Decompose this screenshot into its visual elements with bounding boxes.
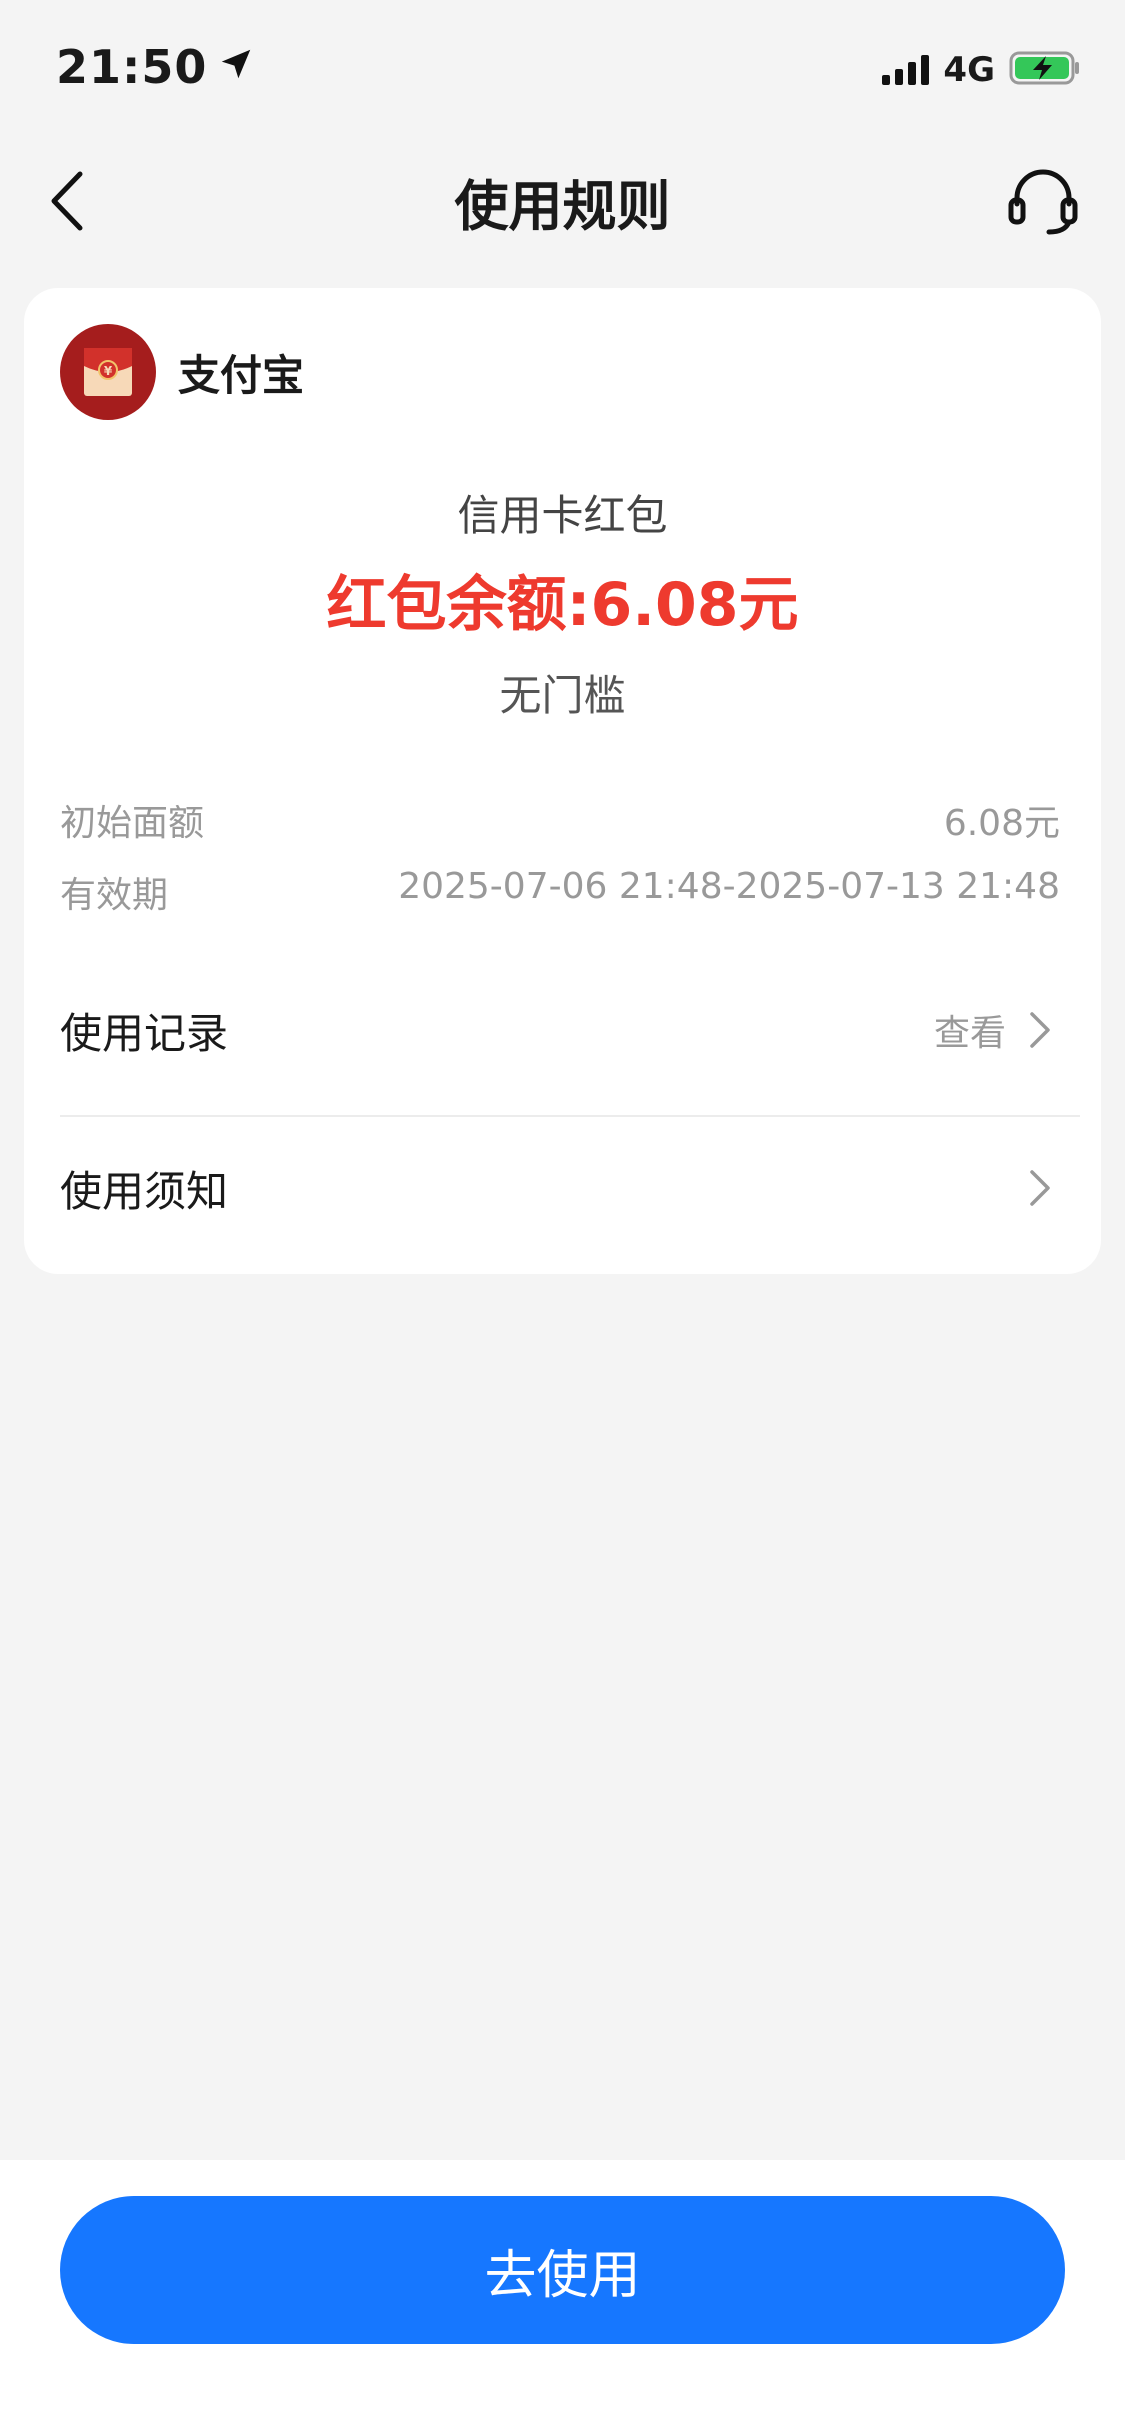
coupon-name: 信用卡红包 bbox=[457, 491, 668, 540]
coupon-balance: 红包余额:6.08元 bbox=[326, 570, 799, 640]
svg-text:¥: ¥ bbox=[104, 364, 113, 378]
location-arrow-icon bbox=[217, 40, 255, 94]
navigation-bar: 使用规则 bbox=[0, 140, 1125, 260]
headset-icon bbox=[1008, 169, 1078, 235]
chevron-right-icon bbox=[1030, 1170, 1050, 1206]
divider bbox=[60, 1115, 1080, 1117]
initial-amount-row: 初始面额 6.08元 bbox=[60, 794, 1060, 846]
initial-amount-value: 6.08元 bbox=[943, 803, 1060, 844]
status-time-group: 21:50 bbox=[56, 40, 255, 94]
chevron-right-icon bbox=[1030, 1012, 1050, 1048]
cellular-signal-icon bbox=[882, 55, 930, 85]
page-title: 使用规则 bbox=[454, 175, 671, 238]
status-indicators: 4G bbox=[882, 50, 1081, 90]
view-label: 查看 bbox=[933, 1013, 1006, 1054]
usage-record-row[interactable]: 使用记录 查看 bbox=[60, 970, 1080, 1090]
usage-notice-row[interactable]: 使用须知 bbox=[60, 1128, 1080, 1248]
customer-service-button[interactable] bbox=[1005, 162, 1081, 238]
network-type: 4G bbox=[943, 50, 995, 90]
coupon-threshold: 无门槛 bbox=[499, 671, 626, 720]
validity-label: 有效期 bbox=[60, 875, 169, 916]
coupon-card: ¥ 支付宝 信用卡红包 红包余额:6.08元 无门槛 初始面额 6.08元 有效… bbox=[24, 288, 1101, 1274]
go-use-button[interactable]: 去使用 bbox=[60, 2196, 1065, 2344]
status-time: 21:50 bbox=[56, 40, 208, 94]
initial-amount-label: 初始面额 bbox=[60, 803, 205, 844]
usage-record-label: 使用记录 bbox=[60, 1008, 229, 1058]
usage-notice-label: 使用须知 bbox=[60, 1166, 229, 1216]
brand-name: 支付宝 bbox=[178, 350, 305, 400]
bottom-action-bar: 去使用 bbox=[0, 2160, 1125, 2436]
red-envelope-logo-icon: ¥ bbox=[60, 324, 156, 420]
usage-notice-action bbox=[1028, 1168, 1080, 1208]
validity-value: 2025-07-06 21:48-2025-07-13 21:48 bbox=[398, 866, 1060, 907]
validity-row: 有效期 2025-07-06 21:48-2025-07-13 21:48 bbox=[60, 866, 1060, 918]
brand-header: ¥ 支付宝 bbox=[60, 324, 304, 420]
battery-charging-icon bbox=[1009, 50, 1081, 90]
status-bar: 21:50 4G bbox=[0, 0, 1125, 140]
usage-record-action: 查看 bbox=[934, 1004, 1080, 1056]
